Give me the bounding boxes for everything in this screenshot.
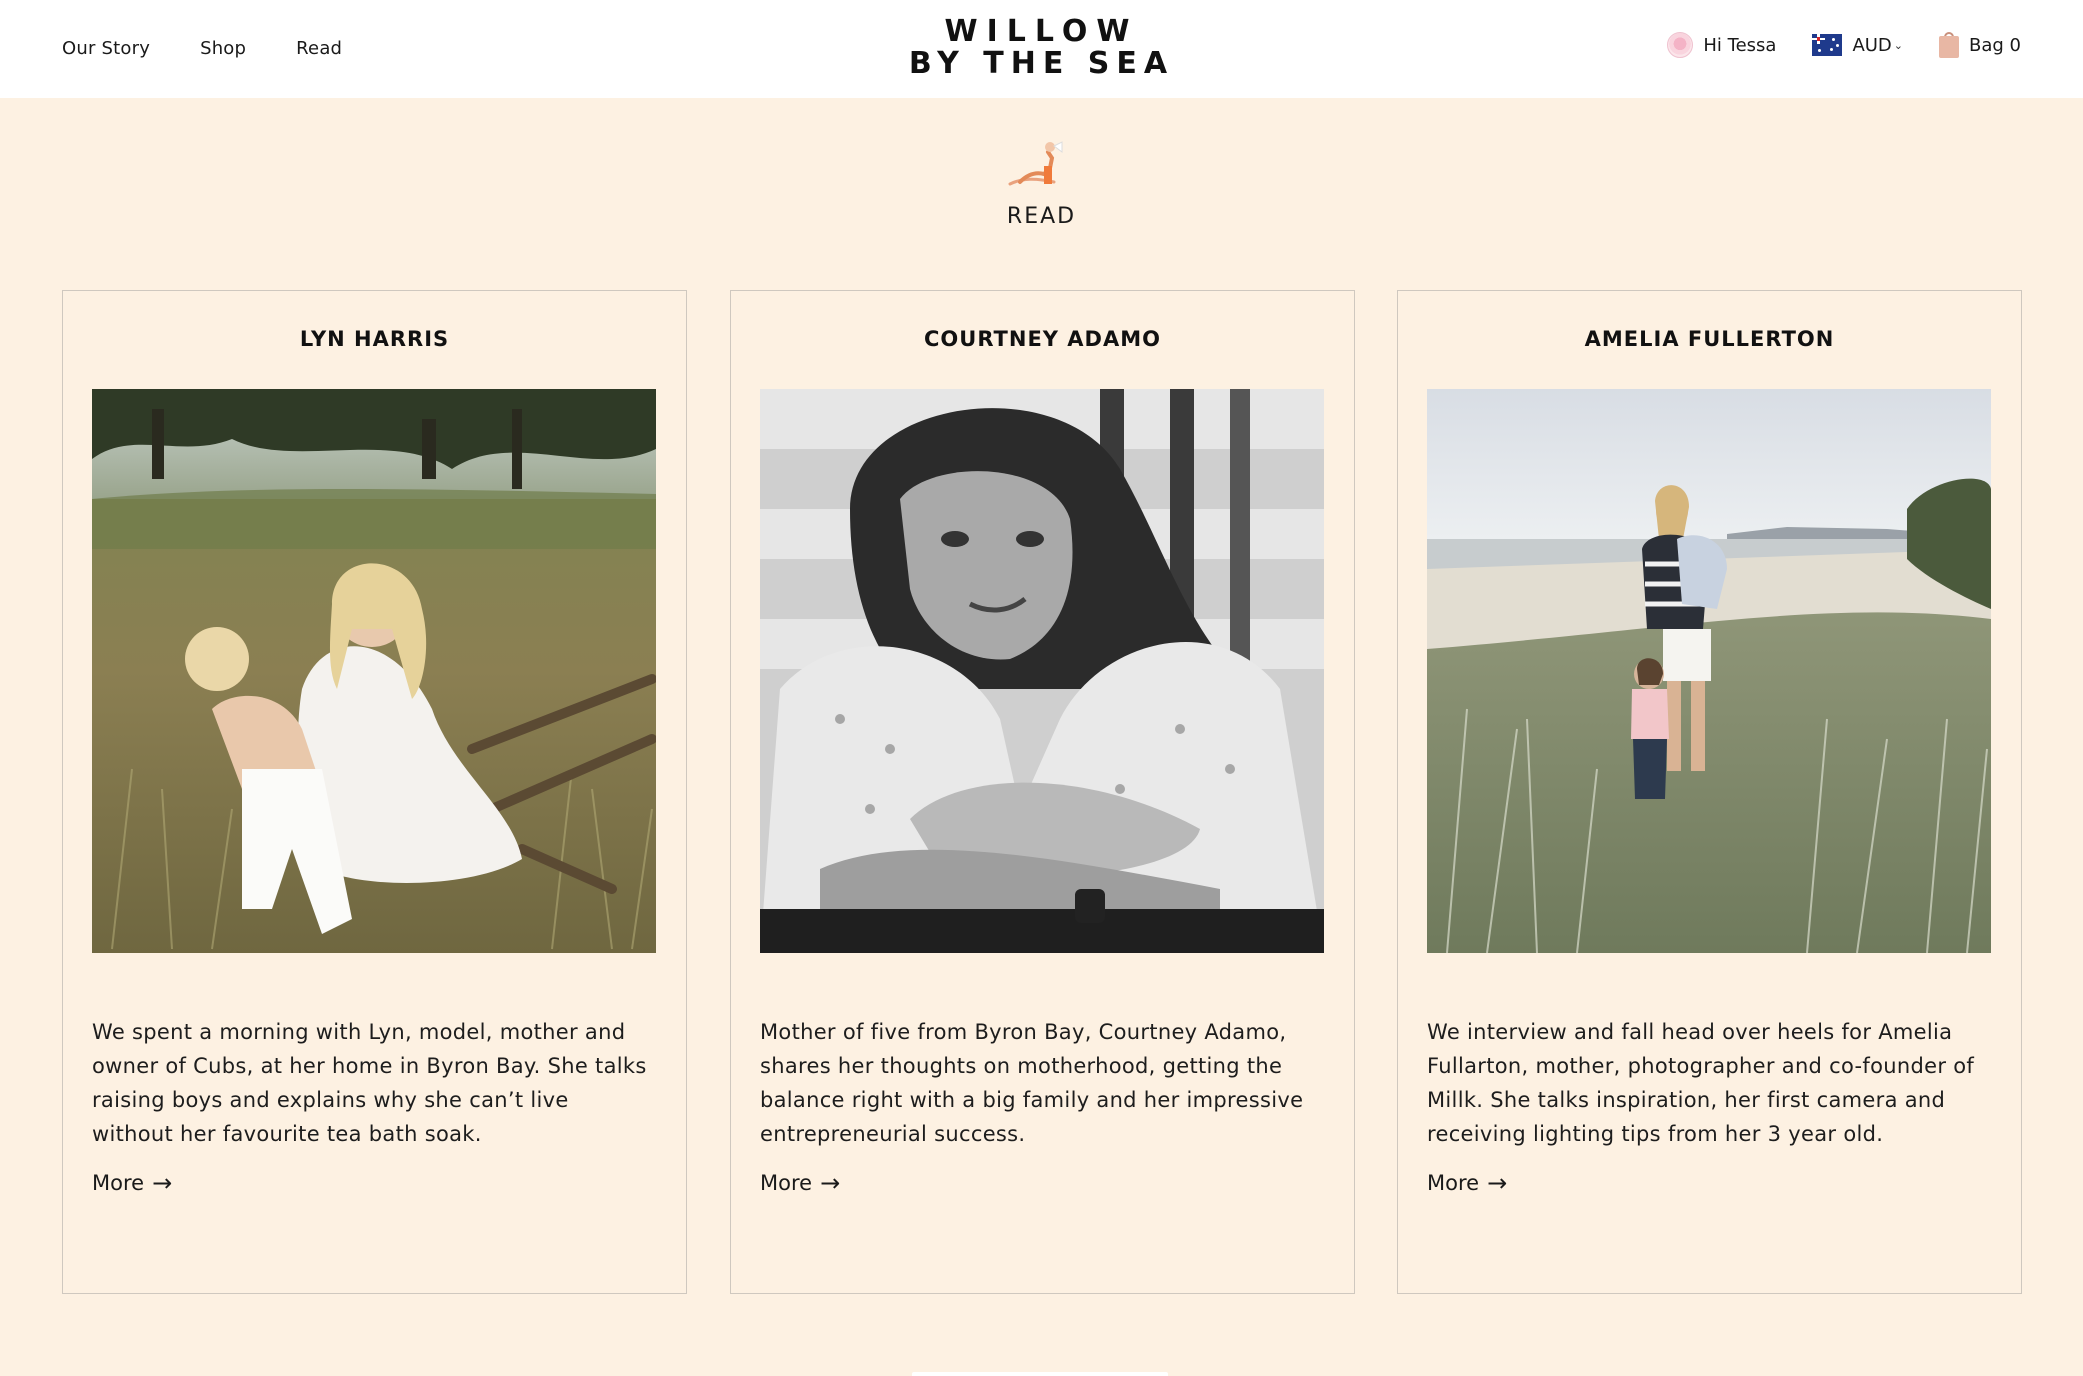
more-label: More [760,1171,813,1195]
shopping-bag-icon [1939,32,1960,58]
card-title: COURTNEY ADAMO [924,327,1161,351]
arrow-right-icon: → [820,1169,841,1197]
chevron-down-icon: ⌄ [1893,38,1904,52]
article-card-amelia-fullerton[interactable]: AMELIA FULLERTON We interview and fall h… [1397,290,2022,1294]
article-photo[interactable] [92,389,656,953]
card-title: LYN HARRIS [299,327,450,351]
card-title: AMELIA FULLERTON [1584,327,1835,351]
user-icon [1667,32,1694,58]
utility-nav: Hi Tessa AUD ⌄ Bag 0 [1667,32,2021,58]
currency-selector[interactable]: AUD ⌄ [1812,34,1903,56]
article-card-lyn-harris[interactable]: LYN HARRIS We spent a morning with Lyn, … [62,290,687,1294]
nav-read-link[interactable]: Read [296,38,342,59]
article-photo[interactable] [760,389,1324,953]
site-logo[interactable]: WILLOW BY THE SEA [900,16,1183,80]
currency-label: AUD [1852,34,1892,56]
mother-child-grass-photo [92,389,656,953]
card-description: We spent a morning with Lyn, model, moth… [92,1020,647,1146]
bag-link[interactable]: Bag 0 [1939,32,2021,58]
nav-shop-link[interactable]: Shop [200,38,246,59]
more-link[interactable]: More → [760,1171,840,1195]
more-link[interactable]: More → [1427,1171,1507,1195]
article-card-courtney-adamo[interactable]: COURTNEY ADAMO Mother of five from Byron… [730,290,1355,1294]
more-link[interactable]: More → [92,1171,172,1195]
site-header: Our Story Shop Read WILLOW BY THE SEA Hi… [0,0,2083,98]
main-nav: Our Story Shop Read [62,38,342,59]
bag-label: Bag 0 [1969,34,2021,56]
more-label: More [1427,1171,1480,1195]
more-label: More [92,1171,145,1195]
logo-line-1: WILLOW [944,14,1139,49]
arrow-right-icon: → [152,1169,173,1197]
beach-dunes-family-photo [1427,389,1991,953]
page-title: READ [1006,204,1077,229]
page-indicator [912,1372,1168,1376]
card-description: We interview and fall head over heels fo… [1427,1020,1975,1146]
nav-our-story-link[interactable]: Our Story [62,38,150,59]
user-greeting: Hi Tessa [1703,34,1777,56]
account-link[interactable]: Hi Tessa [1667,32,1776,58]
arrow-right-icon: → [1487,1169,1508,1197]
card-description: Mother of five from Byron Bay, Courtney … [760,1020,1304,1146]
bw-portrait-baby-photo [760,389,1324,953]
logo-line-2: BY THE SEA [908,46,1175,81]
australia-flag-icon [1812,34,1843,56]
reading-woman-icon [1008,141,1063,186]
article-photo[interactable] [1427,389,1991,953]
